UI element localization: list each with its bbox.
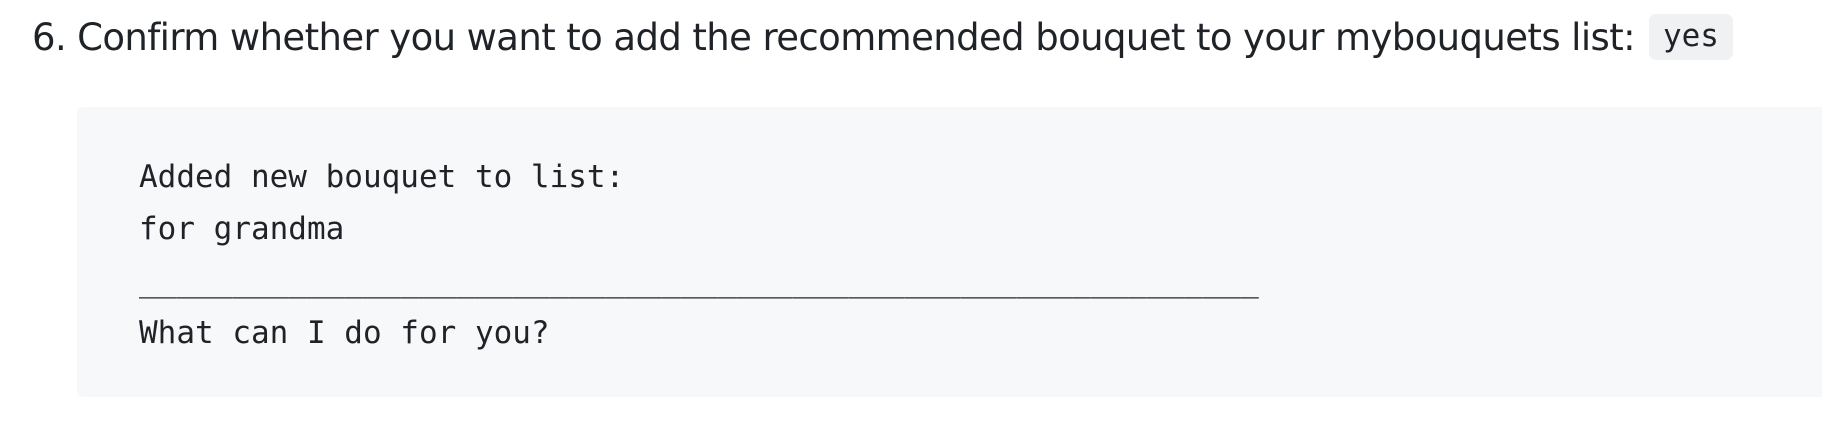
input-value-code: yes [1648, 14, 1733, 60]
step-number: 6. [32, 15, 67, 59]
console-output-block: Added new bouquet to list: for grandma _… [77, 107, 1822, 397]
instruction-step: 6. Confirm whether you want to add the r… [32, 6, 1733, 68]
output-divider: ________________________________________… [139, 263, 1259, 299]
step-instruction-text: Confirm whether you want to add the reco… [77, 15, 1635, 59]
output-line-bouquet-name: for grandma [139, 211, 345, 247]
output-prompt-line: What can I do for you? [139, 315, 550, 351]
output-line-added: Added new bouquet to list: [139, 159, 625, 195]
